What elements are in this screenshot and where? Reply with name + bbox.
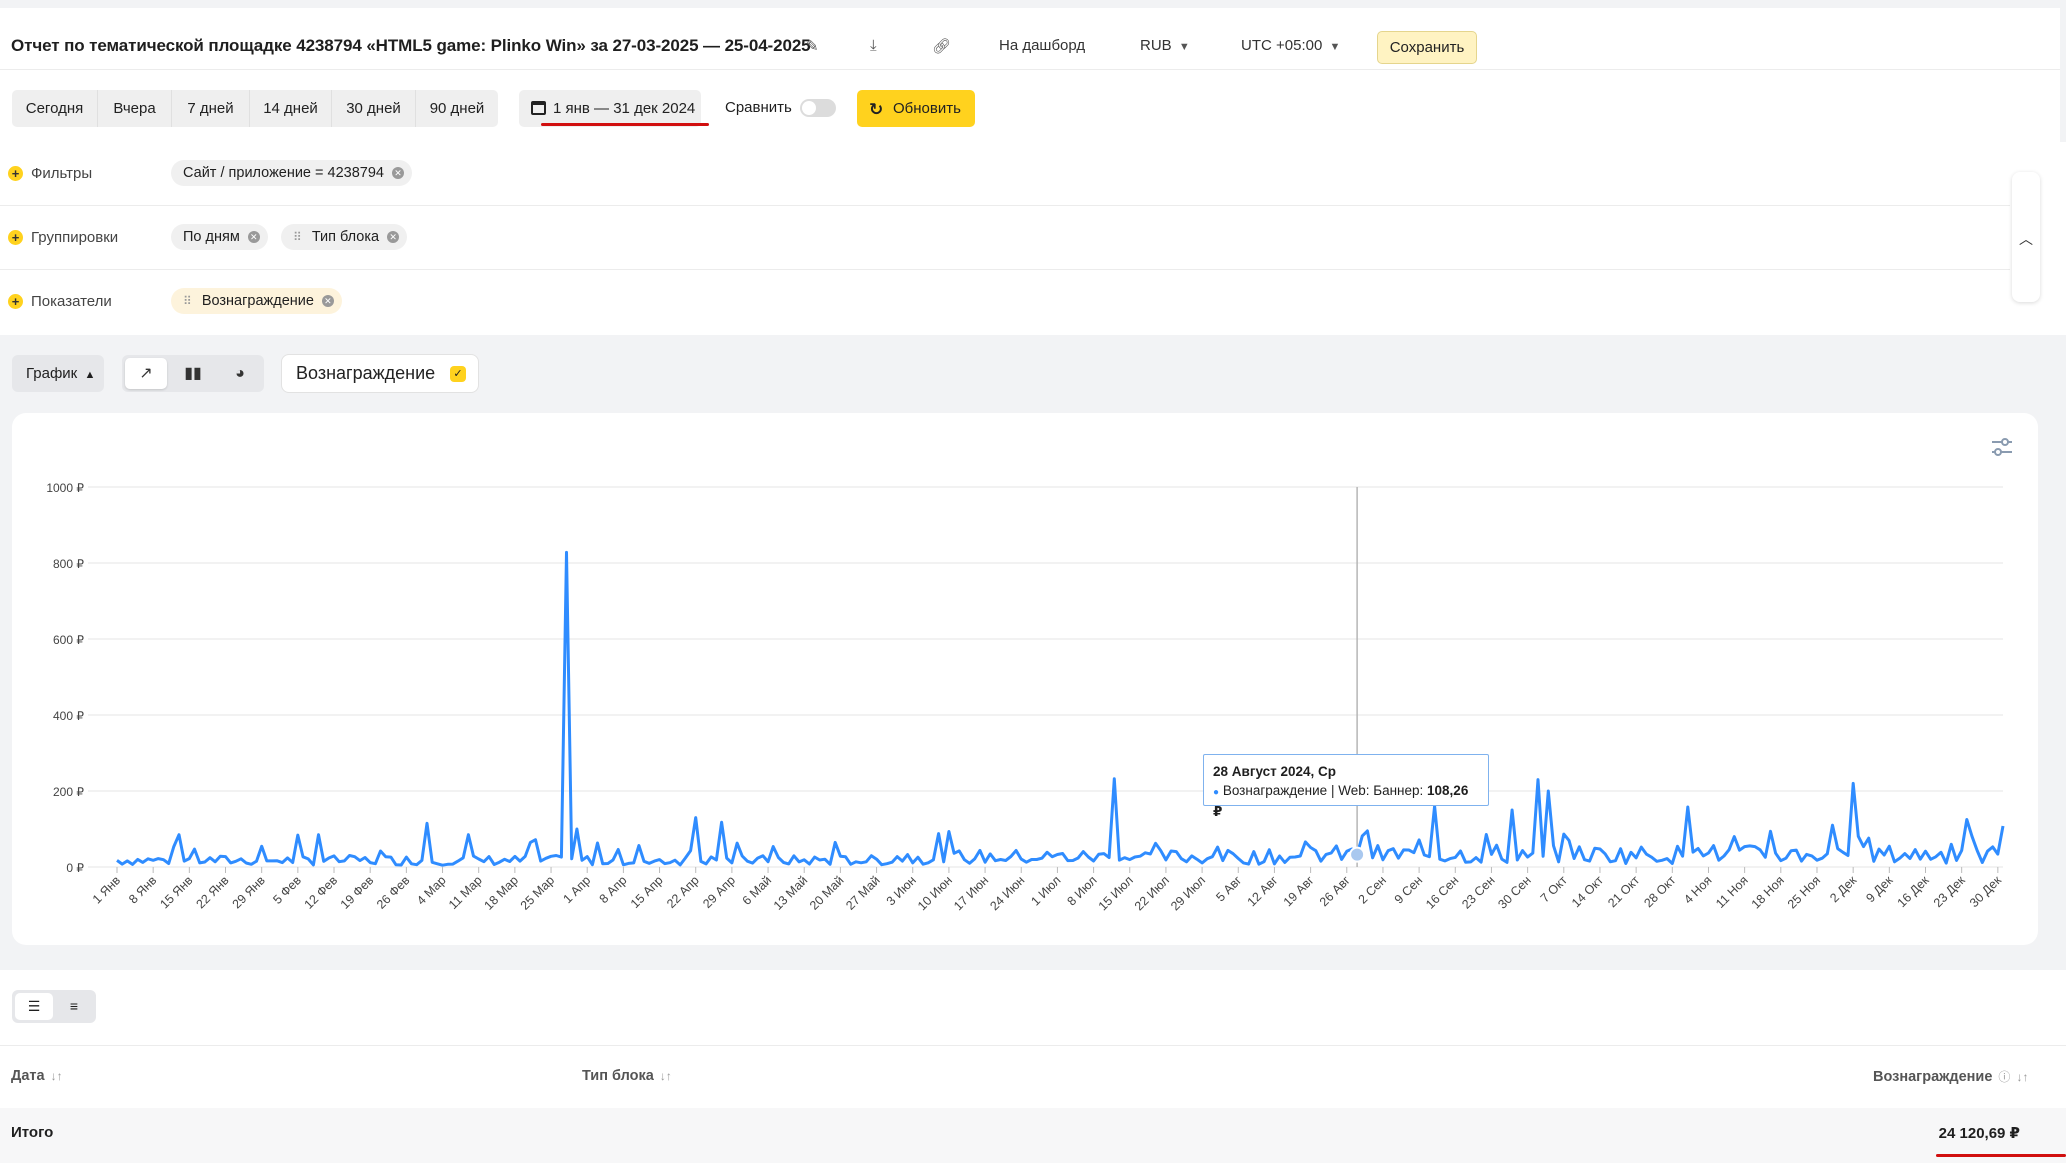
filters-label: Фильтры [31, 165, 93, 182]
drag-handle-icon[interactable]: ⠿ [293, 230, 302, 244]
sort-icon[interactable]: ↓↑ [51, 1069, 63, 1083]
chart-tooltip: 28 Август 2024, Ср ● Вознаграждение | We… [1203, 754, 1489, 819]
chart-settings-icon[interactable] [1990, 435, 2014, 459]
filter-chip[interactable]: Сайт / приложение = 4238794 ✕ [171, 160, 412, 186]
sort-icon[interactable]: ↓↑ [660, 1069, 672, 1083]
grouping-chip-label: По дням [183, 229, 240, 245]
total-value: 24 120,69 ₽ [1938, 1125, 2020, 1142]
currency-select[interactable]: RUB ▼ [1140, 37, 1190, 54]
timezone-select[interactable]: UTC +05:00 ▼ [1241, 37, 1340, 54]
compare-label: Сравнить [725, 99, 792, 116]
date-range-value: 1 янв — 31 дек 2024 [553, 100, 696, 117]
column-header-date[interactable]: Дата ↓↑ [11, 1068, 63, 1084]
add-metric-icon[interactable]: + [8, 294, 23, 309]
filter-chip-label: Сайт / приложение = 4238794 [183, 165, 384, 181]
remove-metric-icon[interactable]: ✕ [321, 295, 334, 307]
download-icon[interactable]: ⤓ [870, 37, 877, 54]
preset-14-days-button[interactable]: 14 дней [250, 90, 332, 127]
grouping-chip-label: Тип блока [311, 229, 380, 245]
table-view-switch: ☰ ≡ [12, 990, 96, 1023]
to-dashboard-button[interactable]: На дашборд [999, 37, 1085, 54]
page-title: Отчет по тематической площадке 4238794 «… [11, 36, 811, 55]
tooltip-date: 28 Август 2024, Ср [1213, 764, 1337, 779]
metric-chip[interactable]: ⠿ Вознаграждение ✕ [171, 288, 342, 314]
report-header: Отчет по тематической площадке 4238794 «… [0, 8, 2060, 70]
metrics-label: Показатели [31, 293, 112, 310]
metrics-row: + Показатели ⠿ Вознаграждение ✕ [0, 270, 2010, 334]
remove-filter-icon[interactable]: ✕ [391, 167, 404, 179]
series-toggle[interactable]: Вознаграждение ✓ [281, 354, 479, 393]
column-header-block-type[interactable]: Тип блока ↓↑ [582, 1068, 672, 1084]
chart-type-switch: ↗ ▮▮ ◕ [122, 355, 264, 392]
chevron-up-icon: ︿ [2019, 231, 2033, 247]
checkbox-checked-icon[interactable]: ✓ [450, 366, 466, 382]
preset-yesterday-button[interactable]: Вчера [98, 90, 172, 127]
save-button[interactable]: Сохранить [1377, 31, 1477, 64]
report-setup: + Фильтры Сайт / приложение = 4238794 ✕ … [0, 142, 2066, 335]
collapse-setup-button[interactable]: ︿ [2012, 172, 2040, 302]
calendar-icon [531, 101, 546, 115]
groupings-row: + Группировки По дням ✕ ⠿ Тип блока ✕ [0, 206, 2010, 270]
filters-row: + Фильтры Сайт / приложение = 4238794 ✕ [0, 142, 2010, 206]
data-table: ☰ ≡ Дата ↓↑ Тип блока ↓↑ Вознаграждение ⓘ ↓↑… [0, 970, 2066, 1163]
line-chart-icon[interactable]: ↗ [125, 358, 167, 389]
series-dot-icon: ● [1213, 787, 1220, 798]
column-header-label: Вознаграждение [1873, 1069, 1993, 1085]
column-header-reward[interactable]: Вознаграждение ⓘ ↓↑ [1873, 1068, 2028, 1085]
period-presets: Сегодня Вчера 7 дней 14 дней 30 дней 90 … [12, 90, 498, 127]
link-icon[interactable]: 🔗︎ [932, 37, 951, 55]
chevron-up-icon: ▲ [81, 369, 96, 381]
chevron-down-icon: ▼ [1326, 41, 1341, 53]
groupings-label: Группировки [31, 229, 119, 246]
grouping-chip-by-day[interactable]: По дням ✕ [171, 224, 268, 250]
toggle-knob [802, 101, 816, 115]
series-label: Вознаграждение [296, 363, 436, 383]
total-row: Итого 24 120,69 ₽ [0, 1108, 2066, 1163]
tree-table-icon[interactable]: ≡ [55, 993, 93, 1020]
date-range-picker[interactable]: 1 янв — 31 дек 2024 [519, 90, 701, 127]
period-bar: Сегодня Вчера 7 дней 14 дней 30 дней 90 … [0, 70, 2060, 142]
red-underline-annotation [1936, 1154, 2066, 1157]
add-grouping-icon[interactable]: + [8, 230, 23, 245]
red-underline-annotation [541, 123, 709, 126]
help-icon[interactable]: ⓘ [1998, 1070, 2010, 1084]
preset-today-button[interactable]: Сегодня [12, 90, 98, 127]
refresh-label: Обновить [893, 100, 961, 117]
edit-icon[interactable]: ✎ [806, 37, 819, 55]
compare-toggle[interactable] [800, 99, 836, 117]
column-header-label: Дата [11, 1068, 45, 1084]
preset-90-days-button[interactable]: 90 дней [416, 90, 498, 127]
view-type-select[interactable]: График ▲ [12, 355, 104, 392]
flat-table-icon[interactable]: ☰ [15, 993, 53, 1020]
preset-7-days-button[interactable]: 7 дней [172, 90, 250, 127]
currency-value: RUB [1140, 37, 1172, 54]
chevron-down-icon: ▼ [1175, 41, 1190, 53]
refresh-button[interactable]: ↻ Обновить [857, 90, 975, 127]
chart-card [12, 413, 2038, 945]
tooltip-series: Вознаграждение | Web: Баннер: [1222, 783, 1424, 798]
refresh-icon: ↻ [869, 100, 884, 119]
preset-30-days-button[interactable]: 30 дней [332, 90, 416, 127]
remove-grouping-icon[interactable]: ✕ [387, 231, 400, 243]
total-label: Итого [11, 1124, 54, 1141]
view-type-label: График [26, 365, 78, 382]
pie-chart-icon[interactable]: ◕ [219, 358, 261, 389]
grouping-chip-block-type[interactable]: ⠿ Тип блока ✕ [281, 224, 408, 250]
column-header-label: Тип блока [582, 1068, 654, 1084]
table-divider [0, 1045, 2066, 1046]
timezone-value: UTC +05:00 [1241, 37, 1323, 54]
drag-handle-icon[interactable]: ⠿ [183, 294, 192, 308]
remove-grouping-icon[interactable]: ✕ [247, 231, 260, 243]
sort-icon[interactable]: ↓↑ [2016, 1070, 2028, 1084]
add-filter-icon[interactable]: + [8, 166, 23, 181]
metric-chip-label: Вознаграждение [201, 293, 314, 309]
bar-chart-icon[interactable]: ▮▮ [172, 358, 214, 389]
